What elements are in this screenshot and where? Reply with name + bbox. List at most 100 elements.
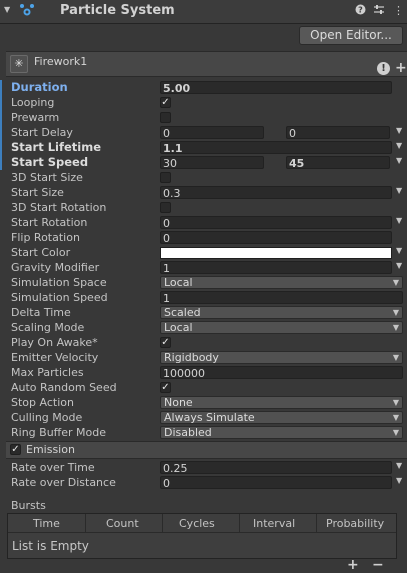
- simulation-speed-label: Simulation Speed: [11, 291, 108, 304]
- open-editor-button[interactable]: Open Editor...: [299, 26, 403, 45]
- svg-text:?: ?: [358, 6, 363, 15]
- row-start-color: Start Color ▼: [11, 245, 407, 260]
- gravity-modifier-label: Gravity Modifier: [11, 261, 100, 274]
- 3d-start-size-checkbox[interactable]: [160, 172, 171, 183]
- rate-over-time-label: Rate over Time: [11, 461, 95, 474]
- flip-rotation-label: Flip Rotation: [11, 231, 80, 244]
- duration-field[interactable]: 5.00: [160, 81, 392, 94]
- curve-mode-dropdown-icon[interactable]: ▼: [396, 261, 402, 270]
- ring-buffer-mode-value: Disabled: [164, 426, 212, 439]
- start-color-swatch[interactable]: [160, 247, 392, 259]
- component-title: Particle System: [60, 3, 175, 18]
- column-divider: [85, 514, 86, 532]
- row-simulation-speed: Simulation Speed 1: [11, 290, 407, 305]
- collapse-arrow-icon[interactable]: ▼: [4, 5, 10, 14]
- emitter-velocity-dropdown[interactable]: Rigidbody ▼: [160, 351, 403, 364]
- curve-mode-dropdown-icon[interactable]: ▼: [396, 461, 402, 470]
- add-module-icon[interactable]: +: [395, 60, 407, 76]
- row-flip-rotation: Flip Rotation 0: [11, 230, 407, 245]
- curve-mode-dropdown-icon[interactable]: ▼: [396, 126, 402, 135]
- row-looping: Looping ✓: [11, 95, 407, 110]
- stop-action-value: None: [164, 396, 193, 409]
- 3d-start-rotation-label: 3D Start Rotation: [11, 201, 107, 214]
- looping-checkbox[interactable]: ✓: [160, 97, 171, 108]
- bursts-column-count: Count: [106, 517, 139, 530]
- row-stop-action: Stop Action None ▼: [11, 395, 407, 410]
- scaling-mode-dropdown[interactable]: Local ▼: [160, 321, 403, 334]
- bursts-column-time: Time: [33, 517, 60, 530]
- curve-mode-dropdown-icon[interactable]: ▼: [396, 141, 402, 150]
- column-divider: [239, 514, 240, 532]
- start-speed-min-field[interactable]: 30: [160, 156, 264, 169]
- stop-action-dropdown[interactable]: None ▼: [160, 396, 403, 409]
- chevron-down-icon: ▼: [392, 323, 399, 332]
- rate-over-time-field[interactable]: 0.25: [160, 461, 392, 474]
- stop-action-label: Stop Action: [11, 396, 74, 409]
- start-lifetime-field[interactable]: 1.1: [160, 141, 392, 154]
- emission-enabled-checkbox[interactable]: ✓: [10, 444, 21, 455]
- sparkle-icon: ✳: [10, 55, 28, 73]
- system-name: Firework1: [34, 55, 88, 68]
- row-duration: Duration 5.00: [11, 80, 407, 95]
- curve-mode-dropdown-icon[interactable]: ▼: [396, 476, 402, 485]
- add-burst-icon[interactable]: +: [347, 557, 359, 573]
- row-rate-over-distance: Rate over Distance 0 ▼: [11, 475, 407, 490]
- scaling-mode-value: Local: [164, 321, 193, 334]
- row-emitter-velocity: Emitter Velocity Rigidbody ▼: [11, 350, 407, 365]
- particle-system-bar[interactable]: ✳ Firework1 ! +: [6, 51, 407, 77]
- 3d-start-rotation-checkbox[interactable]: [160, 202, 171, 213]
- auto-random-seed-checkbox[interactable]: ✓: [160, 382, 171, 393]
- column-divider: [316, 514, 317, 532]
- culling-mode-label: Culling Mode: [11, 411, 83, 424]
- start-size-label: Start Size: [11, 186, 64, 199]
- curve-mode-dropdown-icon[interactable]: ▼: [396, 216, 402, 225]
- curve-mode-dropdown-icon[interactable]: ▼: [396, 156, 402, 165]
- row-start-lifetime: Start Lifetime 1.1 ▼: [11, 140, 407, 155]
- start-delay-label: Start Delay: [11, 126, 73, 139]
- remove-burst-icon[interactable]: −: [372, 557, 384, 573]
- row-delta-time: Delta Time Scaled ▼: [11, 305, 407, 320]
- start-delay-max-field[interactable]: 0: [286, 126, 390, 139]
- start-size-field[interactable]: 0.3: [160, 186, 392, 199]
- max-particles-label: Max Particles: [11, 366, 84, 379]
- more-options-icon[interactable]: ⋮: [393, 4, 404, 17]
- prewarm-checkbox[interactable]: [160, 112, 171, 123]
- flip-rotation-field[interactable]: 0: [160, 231, 392, 244]
- bursts-label: Bursts: [11, 499, 46, 512]
- chevron-down-icon: ▼: [392, 308, 399, 317]
- row-ring-buffer-mode: Ring Buffer Mode Disabled ▼: [11, 425, 407, 440]
- simulation-space-value: Local: [164, 276, 193, 289]
- column-divider: [162, 514, 163, 532]
- inspector-header: ▼ Particle System ? ⋮: [0, 0, 407, 24]
- start-rotation-field[interactable]: 0: [160, 216, 392, 229]
- emission-module-header[interactable]: ✓ Emission: [6, 441, 407, 459]
- scaling-mode-label: Scaling Mode: [11, 321, 85, 334]
- ring-buffer-mode-label: Ring Buffer Mode: [11, 426, 107, 439]
- play-on-awake-label: Play On Awake*: [11, 336, 98, 349]
- simulation-space-dropdown[interactable]: Local ▼: [160, 276, 403, 289]
- row-start-size: Start Size 0.3 ▼: [11, 185, 407, 200]
- 3d-start-size-label: 3D Start Size: [11, 171, 83, 184]
- simulation-speed-field[interactable]: 1: [160, 291, 403, 304]
- gravity-modifier-field[interactable]: 1: [160, 261, 392, 274]
- chevron-down-icon: ▼: [392, 278, 399, 287]
- max-particles-field[interactable]: 100000: [160, 366, 403, 379]
- warning-icon[interactable]: !: [377, 62, 390, 75]
- play-on-awake-checkbox[interactable]: ✓: [160, 337, 171, 348]
- delta-time-dropdown[interactable]: Scaled ▼: [160, 306, 403, 319]
- curve-mode-dropdown-icon[interactable]: ▼: [396, 186, 402, 195]
- row-max-particles: Max Particles 100000: [11, 365, 407, 380]
- color-mode-dropdown-icon[interactable]: ▼: [396, 246, 402, 255]
- start-speed-max-field[interactable]: 45: [286, 156, 390, 169]
- help-icon[interactable]: ?: [355, 4, 366, 18]
- presets-icon[interactable]: [373, 4, 385, 18]
- start-delay-min-field[interactable]: 0: [160, 126, 264, 139]
- rate-over-distance-field[interactable]: 0: [160, 476, 392, 489]
- emitter-velocity-value: Rigidbody: [164, 351, 219, 364]
- culling-mode-dropdown[interactable]: Always Simulate ▼: [160, 411, 403, 424]
- ring-buffer-mode-dropdown[interactable]: Disabled ▼: [160, 426, 403, 439]
- prewarm-label: Prewarm: [11, 111, 60, 124]
- row-3d-start-size: 3D Start Size: [11, 170, 407, 185]
- start-rotation-label: Start Rotation: [11, 216, 88, 229]
- chevron-down-icon: ▼: [392, 398, 399, 407]
